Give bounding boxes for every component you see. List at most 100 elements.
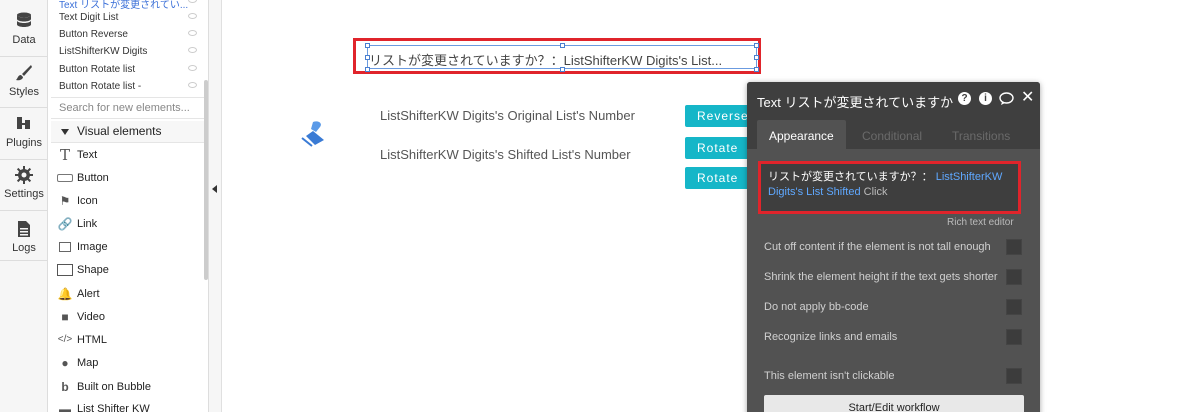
plug-icon <box>17 117 30 129</box>
resize-handle[interactable] <box>365 55 370 60</box>
palette-item-image[interactable]: Image <box>53 237 203 259</box>
checkbox[interactable] <box>1006 329 1022 345</box>
list-shifter-element-icon[interactable] <box>298 116 332 150</box>
video-icon: ■ <box>61 310 69 324</box>
tree-item[interactable]: Text リストが変更されてい... <box>59 0 203 11</box>
nav-plugins[interactable]: Plugins <box>0 115 48 149</box>
palette-item-list-shifter[interactable]: ▬ List Shifter KW <box>53 399 203 412</box>
reverse-button[interactable]: Reverse <box>685 105 755 127</box>
text-content-field[interactable]: リストが変更されていますか？： ListShifterKW Digits's L… <box>758 161 1021 214</box>
tree-item[interactable]: Text Digit List <box>59 12 203 23</box>
rotate-button-2[interactable]: Rotate <box>685 167 755 189</box>
palette-item-video[interactable]: ■ Video <box>53 307 203 329</box>
eye-icon[interactable] <box>188 82 197 88</box>
resize-handle[interactable] <box>560 43 565 48</box>
flag-icon: ⚑ <box>59 194 71 208</box>
palette-item-link[interactable]: 🔗 Link <box>53 214 203 236</box>
divider <box>0 260 48 261</box>
tree-item[interactable]: Button Reverse <box>59 29 203 40</box>
checkbox[interactable] <box>1006 299 1022 315</box>
palette-item-alert[interactable]: 🔔 Alert <box>53 284 203 306</box>
tree-item[interactable]: Button Rotate list <box>59 64 203 75</box>
palette-scrollbar[interactable] <box>204 80 208 280</box>
palette-item-label: Built on Bubble <box>77 381 151 393</box>
shifted-list-label[interactable]: ListShifterKW Digits's Shifted List's Nu… <box>380 147 631 162</box>
option-no-bb-code[interactable]: Do not apply bb-code <box>764 299 1024 317</box>
eye-icon[interactable] <box>188 65 197 71</box>
divider <box>0 159 48 160</box>
tree-item-label: ListShifterKW Digits <box>59 46 148 57</box>
section-title: Visual elements <box>77 124 162 138</box>
click-hint[interactable]: Click <box>864 186 888 198</box>
palette-item-label: Button <box>77 172 109 184</box>
property-editor-header[interactable]: Text リストが変更されていますか ? i ✕ <box>747 82 1040 116</box>
tree-item-label: Text リストが変更されてい... <box>59 0 189 11</box>
database-icon <box>17 12 31 27</box>
resize-handle[interactable] <box>365 43 370 48</box>
palette-item-map[interactable]: ● Map <box>53 353 203 375</box>
tree-item[interactable]: Button Rotate list - <box>59 81 203 92</box>
option-label: Do not apply bb-code <box>764 301 869 313</box>
palette-item-html[interactable]: </> HTML <box>53 330 203 352</box>
nav-data[interactable]: Data <box>0 12 48 46</box>
help-icon[interactable]: ? <box>958 92 971 105</box>
property-editor-title: Text リストが変更されていますか <box>757 95 954 110</box>
info-icon[interactable]: i <box>979 92 992 105</box>
element-search-input[interactable]: Search for new elements... <box>51 97 205 119</box>
eye-icon[interactable] <box>188 47 197 53</box>
palette-item-text[interactable]: T Text <box>53 145 203 167</box>
palette-item-label: Image <box>77 241 108 253</box>
resize-handle[interactable] <box>754 67 759 72</box>
eye-icon[interactable] <box>188 13 197 19</box>
original-list-label[interactable]: ListShifterKW Digits's Original List's N… <box>380 108 635 123</box>
palette-collapse-strip[interactable] <box>209 0 222 412</box>
option-shrink-height[interactable]: Shrink the element height if the text ge… <box>764 269 1024 287</box>
tab-appearance[interactable]: Appearance <box>757 120 846 149</box>
palette-item-shape[interactable]: Shape <box>53 260 203 282</box>
comment-icon[interactable] <box>999 92 1014 105</box>
resize-handle[interactable] <box>560 67 565 72</box>
nav-logs[interactable]: Logs <box>0 220 48 254</box>
static-text: リストが変更されていますか？： <box>768 171 933 183</box>
option-recognize-links[interactable]: Recognize links and emails <box>764 329 1024 347</box>
button-icon <box>57 171 73 185</box>
caret-down-icon <box>61 128 69 135</box>
nav-styles[interactable]: Styles <box>0 64 48 98</box>
checkbox[interactable] <box>1006 239 1022 255</box>
option-not-clickable[interactable]: This element isn't clickable <box>764 368 1024 386</box>
image-icon <box>57 240 73 254</box>
rich-text-editor-link[interactable]: Rich text editor <box>947 217 1014 228</box>
rotate-button[interactable]: Rotate <box>685 137 755 159</box>
start-edit-workflow-button[interactable]: Start/Edit workflow <box>764 395 1024 412</box>
checkbox[interactable] <box>1006 269 1022 285</box>
tab-conditional[interactable]: Conditional <box>850 120 934 149</box>
eye-icon[interactable] <box>188 30 197 36</box>
bubble-logo-icon: b <box>61 380 69 394</box>
palette-item-built-on-bubble[interactable]: b Built on Bubble <box>53 377 203 399</box>
property-editor: Text リストが変更されていますか ? i ✕ Appearance Cond… <box>747 82 1040 412</box>
nav-settings[interactable]: Settings <box>0 166 48 200</box>
collapse-left-icon <box>212 185 217 193</box>
selected-text-element[interactable]: リストが変更されていますか？：ListShifterKW Digits's Li… <box>367 45 757 69</box>
palette-item-icon[interactable]: ⚑ Icon <box>53 191 203 213</box>
option-label: This element isn't clickable <box>764 370 895 382</box>
resize-handle[interactable] <box>754 43 759 48</box>
option-cut-off-content[interactable]: Cut off content if the element is not ta… <box>764 239 1024 257</box>
resize-handle[interactable] <box>754 55 759 60</box>
visual-elements-section[interactable]: Visual elements <box>51 121 205 143</box>
divider <box>0 56 48 57</box>
left-icon-bar: Data Styles Plugins Settings Logs <box>0 0 48 412</box>
document-icon <box>18 221 30 237</box>
close-icon[interactable]: ✕ <box>1021 90 1034 106</box>
palette-item-label: Alert <box>77 288 100 300</box>
tree-item[interactable]: ListShifterKW Digits <box>59 46 203 57</box>
nav-settings-label: Settings <box>4 188 44 200</box>
eye-icon[interactable] <box>188 0 197 3</box>
option-label: Recognize links and emails <box>764 331 898 343</box>
tab-transitions[interactable]: Transitions <box>940 120 1022 149</box>
palette-item-button[interactable]: Button <box>53 168 203 190</box>
nav-data-label: Data <box>12 34 36 46</box>
resize-handle[interactable] <box>365 67 370 72</box>
tree-item-label: Button Rotate list - <box>59 81 142 92</box>
checkbox[interactable] <box>1006 368 1022 384</box>
